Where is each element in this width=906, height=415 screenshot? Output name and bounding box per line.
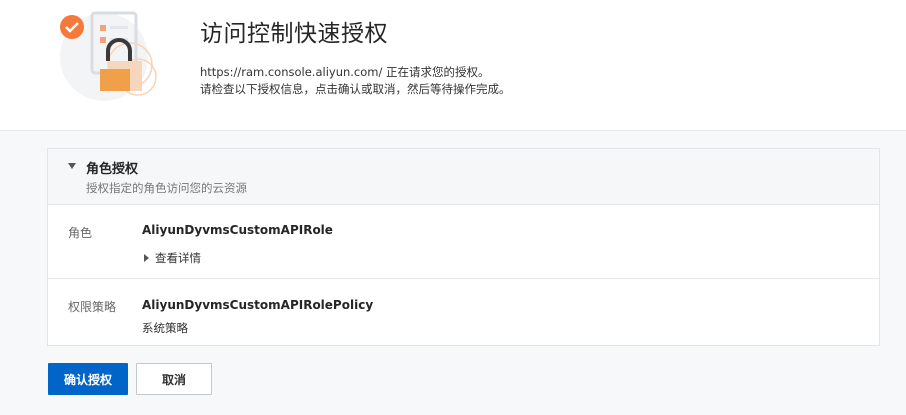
authorization-header: 访问控制快速授权 https://ram.console.aliyun.com/…: [0, 0, 906, 131]
role-label: 角色: [68, 226, 93, 240]
policy-label: 权限策略: [68, 300, 117, 314]
caret-down-icon[interactable]: [68, 163, 76, 169]
role-row: 角色 AliyunDyvmsCustomAPIRole 查看详情: [48, 206, 879, 279]
cancel-button[interactable]: 取消: [136, 363, 212, 395]
policy-row: 权限策略 AliyunDyvmsCustomAPIRolePolicy 系统策略: [48, 280, 879, 346]
request-origin-text: https://ram.console.aliyun.com/ 正在请求您的授权…: [200, 65, 490, 79]
role-authorization-panel: 角色授权 授权指定的角色访问您的云资源 角色 AliyunDyvmsCustom…: [47, 148, 880, 346]
policy-name: AliyunDyvmsCustomAPIRolePolicy: [142, 298, 374, 312]
caret-right-icon: [144, 253, 149, 262]
page-title: 访问控制快速授权: [200, 21, 388, 47]
confirm-authorization-button[interactable]: 确认授权: [48, 363, 128, 395]
panel-title: 角色授权: [86, 162, 139, 177]
role-name: AliyunDyvmsCustomAPIRole: [142, 223, 333, 237]
policy-type: 系统策略: [142, 321, 188, 335]
lock-document-check-icon: [60, 11, 157, 101]
panel-header[interactable]: 角色授权 授权指定的角色访问您的云资源: [48, 149, 879, 205]
panel-subtitle: 授权指定的角色访问您的云资源: [86, 181, 247, 195]
view-details-label: 查看详情: [155, 251, 201, 265]
request-description: https://ram.console.aliyun.com/ 正在请求您的授权…: [200, 64, 511, 98]
request-instruction-text: 请检查以下授权信息，点击确认或取消，然后等待操作完成。: [200, 82, 511, 96]
view-details-toggle[interactable]: 查看详情: [144, 250, 201, 266]
